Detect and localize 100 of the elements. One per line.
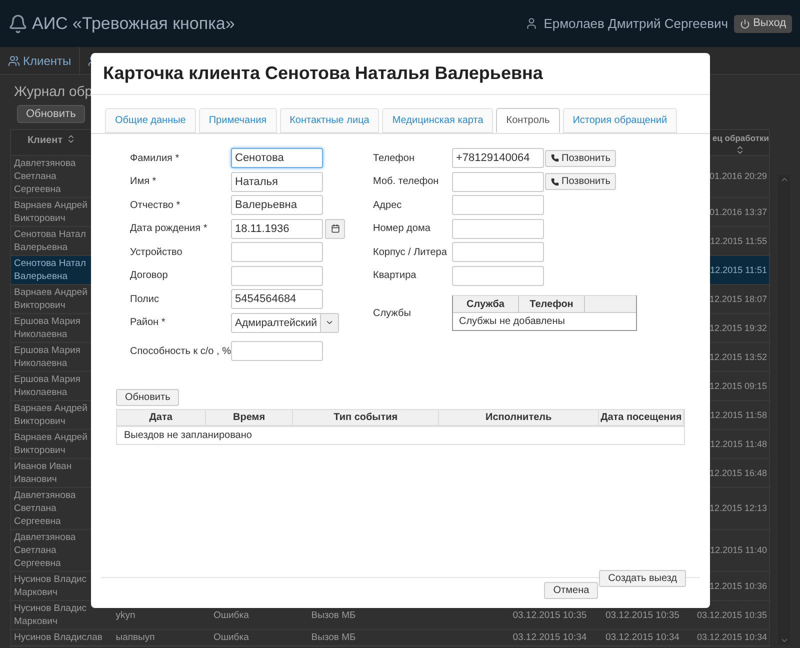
bell-icon	[8, 14, 28, 34]
client-name: Маркович	[14, 586, 58, 599]
column-header: Время	[206, 410, 294, 425]
table-cell: 12.2015 19:32	[709, 322, 768, 334]
input-field[interactable]	[452, 172, 544, 192]
scroll-down-icon	[780, 636, 788, 645]
client-name: Валерьевна	[14, 270, 68, 283]
input-field[interactable]	[452, 266, 544, 286]
user-name: Ермолаев Дмитрий Сергеевич	[544, 14, 728, 33]
client-name: Сергеевна	[14, 183, 61, 196]
phone-icon	[550, 178, 559, 186]
client-name: Викторович	[14, 415, 66, 428]
client-name: Викторович	[14, 444, 66, 457]
input-field[interactable]: 5454564684	[231, 289, 323, 309]
caret-icon	[325, 318, 334, 327]
scroll-up-icon	[780, 175, 788, 184]
input-field[interactable]: Валерьевна	[231, 195, 323, 215]
cancel-button[interactable]: Отмена	[544, 582, 598, 599]
refresh-button[interactable]: Обновить	[116, 389, 180, 406]
client-name: Давлетзянова	[14, 531, 76, 544]
input-field[interactable]: Наталья	[231, 172, 323, 192]
input-field[interactable]: Сенотова	[231, 148, 323, 168]
call-button[interactable]: Позвонить	[545, 173, 616, 190]
refresh-button[interactable]: Обновить	[17, 105, 85, 123]
table-cell: 12.2015 11:58	[710, 408, 768, 422]
client-name: Николаевна	[14, 328, 68, 341]
client-name: Иванов Иван	[14, 460, 72, 473]
field-label: Имя *	[130, 175, 158, 189]
table-cell: 12.2015 11:40	[710, 544, 768, 557]
table-cell: 12.2015 11:48	[710, 438, 768, 450]
client-name: Нусинов Владис	[14, 573, 87, 586]
field-label: Фамилия *	[130, 152, 180, 166]
client-name: Варнаев Андрей	[14, 431, 88, 444]
table-cell: 12.2015 12:13	[709, 502, 768, 515]
client-name: Ершова Мария	[14, 373, 80, 386]
column-header[interactable]: Клиент	[11, 130, 92, 155]
table-cell: Ошибка	[213, 608, 249, 622]
tab[interactable]: Примечания	[198, 108, 277, 133]
tab[interactable]: Общие данные	[105, 108, 196, 133]
tab[interactable]: Контактные лица	[280, 108, 380, 133]
field-label: Квартира	[373, 269, 418, 283]
column-header[interactable]: ец обработки	[709, 130, 769, 155]
client-name: Николаевна	[14, 357, 68, 370]
table-row[interactable]: Нусинов Владислав ыапвыуп Ошибка Вызов МБ 03.12.2015 10:34 03.12.2015 10:34 03.12.2015 10:34	[11, 630, 769, 646]
client-name: Варнаев Андрей	[14, 199, 88, 212]
table-cell: Вызов МБ	[311, 631, 356, 644]
phone-icon	[550, 154, 559, 162]
users-icon	[8, 54, 20, 66]
column-header: Телефон	[519, 296, 585, 312]
table-cell: 01.2016 13:37	[709, 206, 768, 218]
table-cell: 03.12.2015 10:34	[512, 631, 587, 644]
tab[interactable]: Контроль	[496, 108, 560, 133]
client-name: Светлана	[14, 502, 56, 515]
table-cell: 12.2015 11:55	[710, 234, 768, 248]
client-name: Сергеевна	[14, 557, 61, 570]
client-name: Викторович	[14, 299, 66, 312]
tab[interactable]: История обращений	[562, 108, 678, 133]
input-field[interactable]	[452, 242, 544, 262]
tab[interactable]: Медицинская карта	[382, 108, 494, 133]
table-cell: 03.12.2015 10:35	[512, 608, 587, 622]
app-title: АИС «Тревожная кнопка»	[32, 12, 235, 35]
create-visit-button[interactable]: Создать выезд	[599, 570, 686, 587]
table-cell: 03.12.2015 10:35	[696, 608, 768, 622]
client-name: Варнаев Андрей	[14, 402, 88, 415]
field-label: Договор	[130, 269, 169, 283]
table-cell: ykyn	[116, 608, 136, 622]
field-label: Адрес	[373, 198, 403, 212]
input-field[interactable]: 18.11.1936	[231, 218, 323, 238]
field-label: Устройство	[130, 246, 184, 260]
logout-button[interactable]: Выход	[734, 14, 792, 32]
nav-tab[interactable]: Клиенты	[0, 47, 80, 74]
calendar-button[interactable]	[325, 218, 345, 238]
input-field[interactable]	[231, 242, 323, 262]
table-cell: 12.2015 09:15	[709, 380, 768, 392]
table-cell: 03.12.2015 10:34	[605, 631, 680, 644]
table-cell: 01.2016 20:29	[709, 170, 768, 183]
field-label: Полис	[130, 292, 160, 306]
district-select[interactable]: Адмиралтейский	[231, 312, 339, 332]
input-field[interactable]	[452, 218, 544, 238]
input-field[interactable]: +78129140064	[452, 148, 544, 168]
power-icon	[740, 18, 750, 28]
column-header: Тип события	[293, 410, 439, 425]
empty-message: Выездов не запланировано	[123, 429, 253, 443]
input-field[interactable]	[231, 341, 323, 361]
column-header: Служба	[453, 296, 519, 312]
dialog-title: Карточка клиента Сенотова Наталья Валерьевна	[103, 62, 543, 85]
client-name: Светлана	[14, 170, 56, 183]
client-name: Сенотова Натал	[14, 257, 86, 270]
client-name: Варнаев Андрей	[14, 286, 88, 299]
input-field[interactable]	[231, 266, 323, 286]
table-cell: 12.2015 16:48	[709, 466, 768, 480]
field-label: Район *	[130, 316, 166, 330]
input-field[interactable]	[452, 195, 544, 215]
table-cell: 03.12.2015 10:35	[605, 608, 680, 622]
client-name: Ершова Мария	[14, 315, 80, 328]
call-button[interactable]: Позвонить	[545, 150, 616, 166]
client-name: Валерьевна	[14, 241, 68, 254]
client-name: Викторович	[14, 212, 66, 225]
table-cell: 12.2015 11:51	[710, 264, 768, 276]
table-cell: Вызов МБ	[311, 608, 356, 622]
